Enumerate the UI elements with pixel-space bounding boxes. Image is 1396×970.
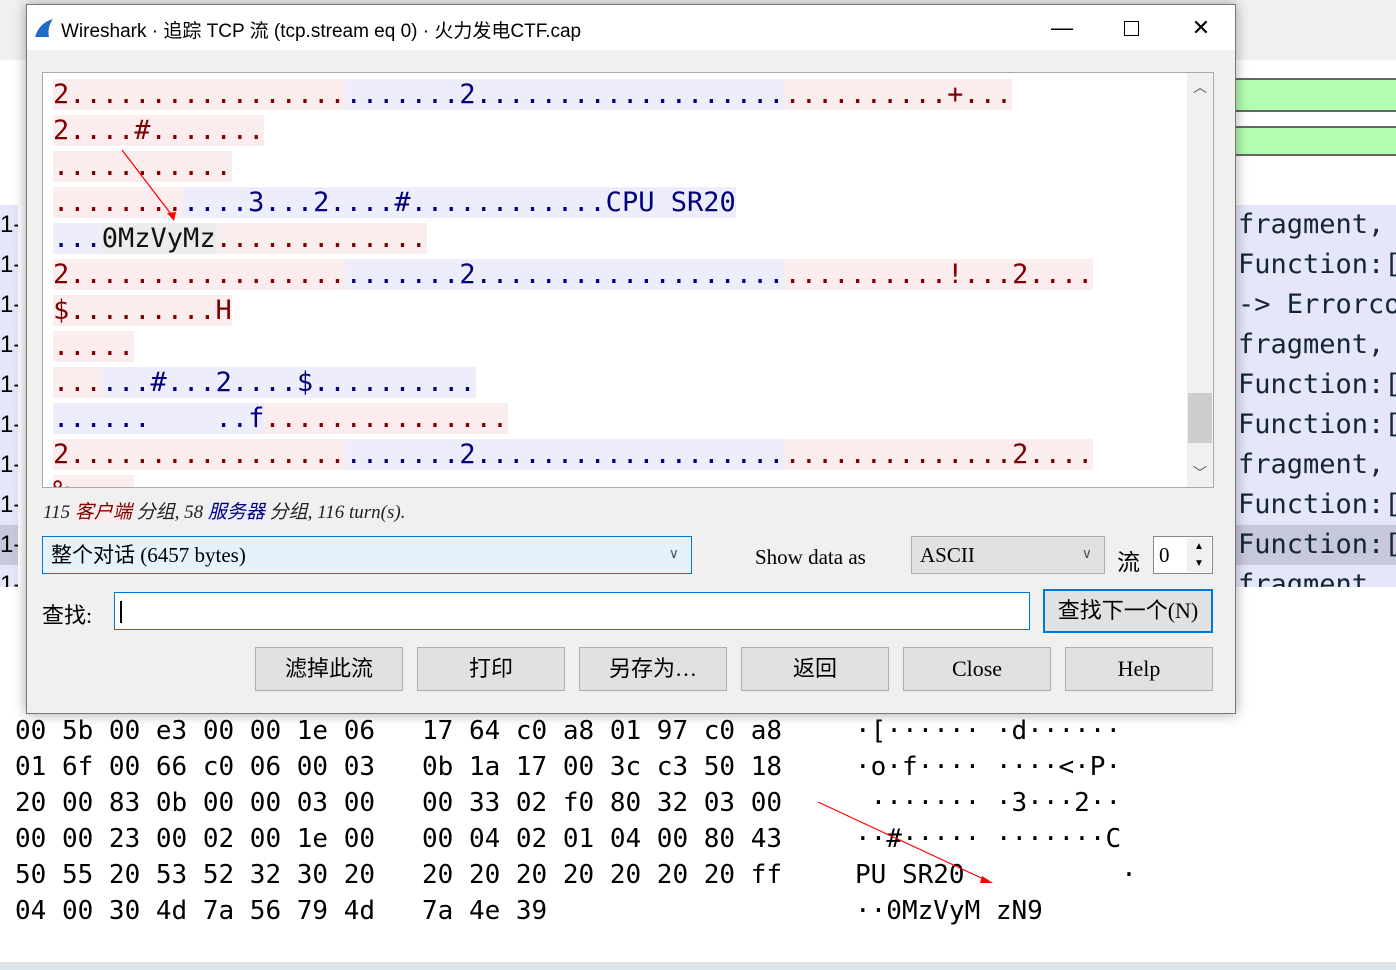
hex-row[interactable]: 00 00 23 00 02 00 1e 00 00 04 02 01 04 0… bbox=[15, 824, 782, 854]
find-label: 查找: bbox=[42, 603, 93, 628]
find-next-button[interactable]: 查找下一个(N) bbox=[1043, 589, 1213, 633]
follow-tcp-stream-dialog: Wireshark · 追踪 TCP 流 (tcp.stream eq 0) ·… bbox=[26, 4, 1236, 714]
show-data-as-value: ASCII bbox=[920, 543, 975, 567]
stream-label: 流 bbox=[1117, 550, 1140, 575]
title-bar: Wireshark · 追踪 TCP 流 (tcp.stream eq 0) ·… bbox=[27, 5, 1235, 50]
maximize-icon bbox=[1123, 20, 1139, 36]
window-title: Wireshark · 追踪 TCP 流 (tcp.stream eq 0) ·… bbox=[61, 21, 582, 42]
packet-number-cell: 1- bbox=[0, 411, 18, 438]
packet-number-cell: 1- bbox=[0, 211, 18, 238]
show-data-as-select[interactable]: ASCII ∨ bbox=[911, 536, 1105, 574]
packet-number-cell: 1- bbox=[0, 291, 18, 318]
turns-count: 116 turn(s). bbox=[317, 502, 406, 523]
hex-row[interactable]: 01 6f 00 66 c0 06 00 03 0b 1a 17 00 3c c… bbox=[15, 752, 782, 782]
stream-number-value: 0 bbox=[1159, 543, 1170, 567]
client-label: 客户端 bbox=[74, 502, 132, 523]
filter-out-button[interactable]: 滤掉此流 bbox=[255, 647, 403, 691]
ascii-row[interactable]: ··0MzVyM zN9 bbox=[855, 896, 1043, 926]
minimize-icon: — bbox=[1051, 15, 1073, 40]
packet-bytes-pane[interactable]: 00 5b 00 e3 00 00 1e 06 17 64 c0 a8 01 9… bbox=[0, 712, 1396, 962]
back-button[interactable]: 返回 bbox=[741, 647, 889, 691]
packet-row-info[interactable]: fragment bbox=[1236, 565, 1396, 587]
hex-row[interactable]: 50 55 20 53 52 32 30 20 20 20 20 20 20 2… bbox=[15, 860, 782, 890]
packet-row-info[interactable]: Function:[ bbox=[1236, 525, 1396, 565]
packet-row-info[interactable]: Function:[ bbox=[1236, 365, 1396, 405]
packet-number-cell: 1- bbox=[0, 331, 18, 358]
help-button[interactable]: Help bbox=[1065, 647, 1213, 691]
maximize-button[interactable] bbox=[1101, 9, 1161, 47]
scroll-down-icon[interactable]: ﹀ bbox=[1187, 463, 1213, 483]
conversation-select[interactable]: 整个对话 (6457 bytes) ∨ bbox=[42, 536, 692, 574]
packet-number-cell: 1- bbox=[0, 371, 18, 398]
packet-row-info[interactable]: Function:[ bbox=[1236, 405, 1396, 445]
ascii-row[interactable]: PU SR20 · bbox=[855, 860, 1137, 890]
chevron-down-icon: ∨ bbox=[668, 547, 679, 562]
packet-row-info[interactable]: Function:[ bbox=[1236, 245, 1396, 285]
ascii-row[interactable]: ··#····· ·······C bbox=[855, 824, 1121, 854]
hex-row[interactable]: 20 00 83 0b 00 00 03 00 00 33 02 f0 80 3… bbox=[15, 788, 782, 818]
packet-row-info[interactable]: -> Errorco bbox=[1236, 285, 1396, 325]
ascii-row[interactable]: ·o·f···· ····<·P· bbox=[855, 752, 1121, 782]
show-data-as-label: Show data as bbox=[755, 545, 866, 569]
packet-row-info[interactable]: Function:[ bbox=[1236, 485, 1396, 525]
wireshark-fin-icon bbox=[35, 19, 53, 37]
stream-summary: 115 客户端 分组, 58 服务器 分组, 116 turn(s). bbox=[43, 497, 405, 524]
packet-list[interactable]: fragment, Function:[-> Errorco fragment, Fu… bbox=[1236, 205, 1396, 587]
packet-row-highlight[interactable] bbox=[1236, 126, 1396, 156]
packet-number-cell: 1- bbox=[0, 571, 18, 587]
close-icon: ✕ bbox=[1191, 15, 1211, 40]
hex-row[interactable]: 04 00 30 4d 7a 56 79 4d 7a 4e 39 bbox=[15, 896, 547, 926]
scrollbar-thumb[interactable] bbox=[1188, 393, 1212, 443]
packet-row-info[interactable]: fragment, bbox=[1236, 445, 1396, 485]
ascii-row[interactable]: ······· ·3···2·· bbox=[855, 788, 1121, 818]
packet-number-cell: 1- bbox=[0, 251, 18, 278]
packet-number-cell: 1- bbox=[0, 525, 18, 565]
minimize-button[interactable]: — bbox=[1032, 9, 1092, 47]
scroll-up-icon[interactable]: ︿ bbox=[1187, 77, 1213, 97]
close-button[interactable]: Close bbox=[903, 647, 1051, 691]
server-label: 服务器 bbox=[207, 502, 265, 523]
save-as-button[interactable]: 另存为… bbox=[579, 647, 727, 691]
packets-label: 分组, bbox=[269, 502, 313, 523]
packet-row-info[interactable]: fragment, bbox=[1236, 325, 1396, 365]
hex-row[interactable]: 00 5b 00 e3 00 00 1e 06 17 64 c0 a8 01 9… bbox=[15, 716, 782, 746]
spin-down-icon[interactable]: ▼ bbox=[1187, 555, 1211, 572]
chevron-down-icon: ∨ bbox=[1081, 547, 1092, 562]
packet-number-cell: 1- bbox=[0, 491, 18, 518]
find-input[interactable] bbox=[114, 592, 1030, 630]
print-button[interactable]: 打印 bbox=[417, 647, 565, 691]
vertical-scrollbar[interactable]: ︿ ﹀ bbox=[1187, 73, 1213, 487]
status-bar bbox=[0, 962, 1396, 970]
stream-number-spinbox[interactable]: 0 ▲ ▼ bbox=[1153, 536, 1213, 574]
packet-number-cell: 1- bbox=[0, 451, 18, 478]
annotation-arrow bbox=[121, 149, 176, 221]
ascii-row[interactable]: ·[······ ·d······ bbox=[855, 716, 1121, 746]
packet-row-highlight[interactable] bbox=[1236, 78, 1396, 112]
server-count: 58 bbox=[184, 502, 204, 523]
spin-up-icon[interactable]: ▲ bbox=[1187, 538, 1211, 555]
packet-row-info[interactable]: fragment, bbox=[1236, 205, 1396, 245]
close-window-button[interactable]: ✕ bbox=[1171, 9, 1231, 47]
packets-label: 分组, bbox=[136, 502, 180, 523]
client-count: 115 bbox=[43, 502, 71, 523]
conversation-select-value: 整个对话 (6457 bytes) bbox=[51, 543, 246, 567]
packet-list-number-column: 1- 1- 1- 1- 1- 1- 1- 1- 1- 1- bbox=[0, 205, 18, 587]
stream-content[interactable]: 2........................2..............… bbox=[42, 72, 1214, 488]
